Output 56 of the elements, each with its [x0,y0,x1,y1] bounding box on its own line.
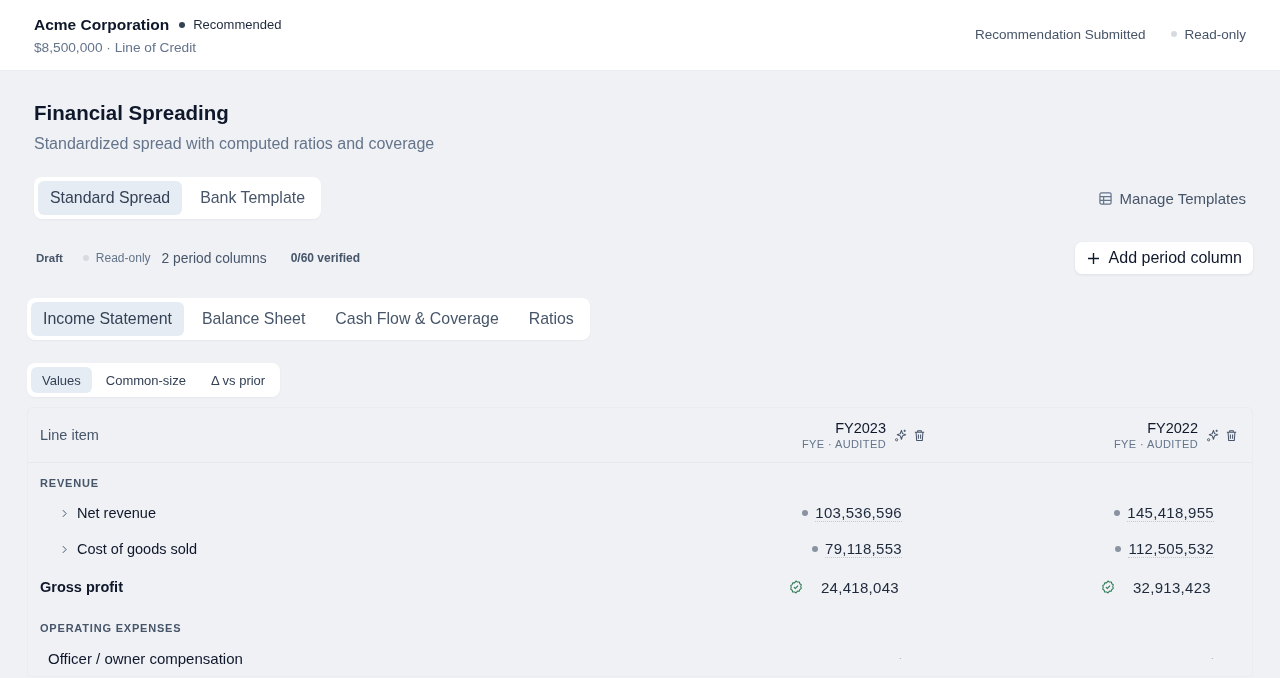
submission-status: Recommendation Submitted [975,26,1146,42]
access-label: Read-only [95,251,151,265]
line-item-label: Gross profit [40,579,123,595]
status-label: Recommended [193,17,282,32]
page-subtitle: Standardized spread with computed ratios and coverage [34,134,436,154]
view-mode-tab[interactable]: Common-size [94,367,197,393]
section-heading: REVENUE [40,477,99,489]
table-icon [1098,191,1112,205]
statement-tab[interactable]: Balance Sheet [189,302,318,336]
status-dot-icon [179,21,186,28]
sparkle-icon[interactable] [894,428,907,442]
statement-tab[interactable]: Cash Flow & Coverage [323,302,511,336]
template-tab[interactable]: Standard Spread [38,181,183,215]
period-label: FY2023 [835,420,886,436]
column-heading: Line item [40,427,99,443]
chevron-right-icon[interactable] [62,508,67,518]
amount-value[interactable]: 79,118,553 [825,540,902,558]
status-dot-icon [82,255,89,261]
view-mode-tab[interactable]: Δ vs prior [200,367,277,393]
loan-summary: $8,500,000 · Line of Credit [34,39,198,55]
view-mode-tab[interactable]: Values [31,367,92,393]
period-count: 2 period columns [161,250,267,266]
template-tab[interactable]: Bank Template [188,181,317,215]
status-dot-icon [1114,510,1121,516]
sparkle-icon[interactable] [1206,428,1219,442]
amount-value: 32,913,423 [1132,578,1211,596]
amount-value: 24,418,043 [820,578,899,596]
period-basis: FYE · AUDITED [801,438,886,450]
verified-count: 0/60 verified [290,251,360,265]
status-dot-icon [802,510,809,516]
check-badge-icon [788,580,803,594]
line-item-label[interactable]: Cost of goods sold [77,541,198,557]
page-title: Financial Spreading [34,100,230,126]
amount-value[interactable]: 103,536,596 [815,504,902,522]
statement-tab[interactable]: Ratios [516,302,586,336]
draft-label: Draft [36,252,63,264]
company-name: Acme Corporation [34,15,170,34]
status-dot-icon [812,546,819,552]
access-label: Read-only [1184,26,1246,42]
amount-value[interactable]: 112,505,532 [1128,540,1214,558]
trash-icon[interactable] [913,428,926,442]
period-basis: FYE · AUDITED [1113,438,1198,450]
statement-tab[interactable]: Income Statement [31,302,184,336]
trash-icon[interactable] [1225,428,1238,442]
add-period-column-button[interactable]: Add period column [1074,242,1253,274]
manage-templates-link[interactable]: Manage Templates [1098,189,1246,207]
line-item-label[interactable]: Net revenue [77,505,156,521]
section-heading: OPERATING EXPENSES [40,622,182,634]
amount-value[interactable]: 145,418,955 [1127,504,1214,522]
chevron-right-icon[interactable] [62,544,67,554]
check-badge-icon [1100,580,1115,594]
status-dot-icon [1171,31,1178,37]
line-item-label: Officer / owner compensation [48,649,243,667]
period-label: FY2022 [1147,420,1198,436]
status-dot-icon [1115,546,1122,552]
plus-icon [1087,252,1099,264]
